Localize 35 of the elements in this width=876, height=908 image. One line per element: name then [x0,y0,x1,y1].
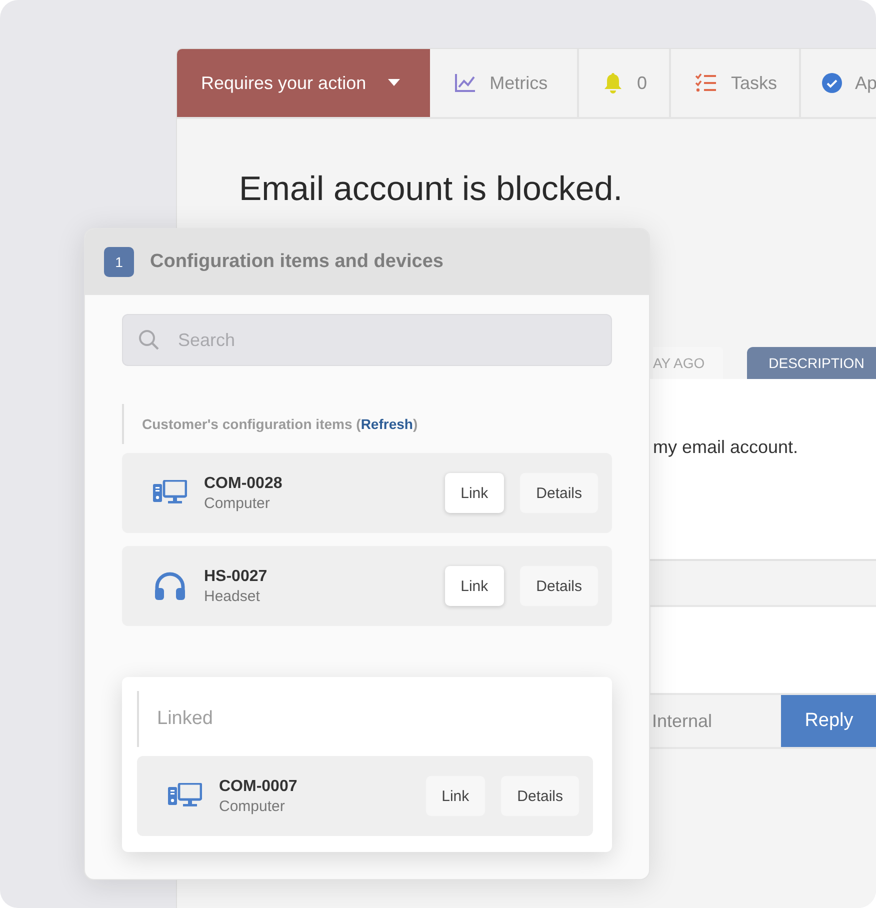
details-button[interactable]: Details [520,473,598,513]
device-type: Headset [204,588,261,604]
link-button[interactable]: Link [426,776,486,816]
section-label: Linked [137,691,593,747]
computer-icon [168,783,202,809]
device-id: HS-0027 [204,568,268,586]
device-row[interactable]: COM-0028 Computer Link Details [122,453,612,533]
device-id: COM-0007 [219,778,298,796]
caret-icon [388,79,400,87]
details-button[interactable]: Details [501,776,579,816]
ticket-title: Email account is blocked. [239,169,624,210]
step-badge: 1 [104,247,134,277]
computer-icon [153,480,187,506]
details-button[interactable]: Details [520,566,598,606]
tab[interactable]: DESCRIPTION [746,347,876,379]
checklist-icon [694,73,717,93]
device-id: COM-0028 [204,474,284,492]
link-button[interactable]: Link [444,473,504,513]
tab[interactable]: Requires your action [177,49,430,117]
device-type: Computer [219,798,286,814]
line-chart-icon [454,73,476,93]
device-row[interactable]: COM-0007 Computer Link Details [137,756,593,836]
section-label: Customer's configuration items (Refresh) [122,404,612,444]
device-row[interactable]: HS-0027 Headset Link Details [122,546,612,626]
bell-icon [602,72,623,94]
link-button[interactable]: Link [444,566,504,606]
headphones-icon [153,571,187,601]
panel-title: Configuration items and devices [150,251,444,273]
search-field[interactable]: Search [122,314,612,366]
reply-mode-tab[interactable]: Reply [781,695,876,747]
message-editor[interactable] [651,607,876,693]
description-text: my email account. [653,437,800,458]
check-circle-icon [820,72,843,94]
refresh-link[interactable]: Refresh [360,416,413,432]
device-type: Computer [204,494,271,512]
